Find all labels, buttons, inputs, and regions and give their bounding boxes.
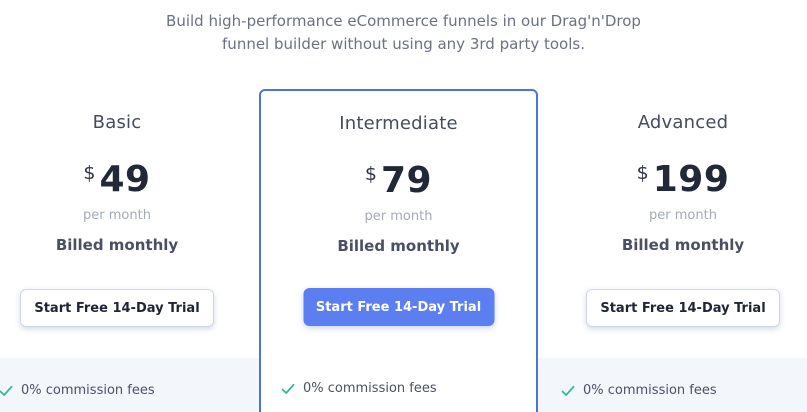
billing-frequency: Billed monthly <box>337 237 460 255</box>
plan-card-intermediate: Intermediate $79 per month Billed monthl… <box>259 89 538 412</box>
billing-frequency: Billed monthly <box>55 236 179 254</box>
plan-name: Intermediate <box>339 113 458 134</box>
feature-text: 0% commission fees <box>21 383 155 398</box>
plan-price: $49 <box>0 160 257 200</box>
plan-name: Basic <box>92 112 142 133</box>
plan-card-basic: Basic $49 per month Billed monthly Start… <box>0 90 257 412</box>
billing-period: per month <box>83 208 151 223</box>
section-subtitle: Build high-performance eCommerce funnels… <box>0 10 807 56</box>
feature-item: 0% commission fees <box>561 383 717 398</box>
feature-item: 0% commission fees <box>281 381 437 396</box>
plan-price: $199 <box>543 160 807 200</box>
check-icon <box>561 385 575 396</box>
billing-frequency: Billed monthly <box>621 236 745 254</box>
subtitle-line-1: Build high-performance eCommerce funnels… <box>166 12 641 30</box>
price-amount: 79 <box>380 160 433 201</box>
check-icon <box>0 385 13 396</box>
start-trial-button-basic[interactable]: Start Free 14-Day Trial <box>20 289 214 327</box>
subtitle-line-2: funnel builder without using any 3rd par… <box>222 35 585 53</box>
plan-card-advanced: Advanced $199 per month Billed monthly S… <box>543 90 807 412</box>
currency-symbol: $ <box>364 163 377 185</box>
billing-period: per month <box>364 209 433 224</box>
price-amount: 199 <box>652 159 730 200</box>
feature-text: 0% commission fees <box>303 381 437 396</box>
billing-period: per month <box>649 208 717 223</box>
currency-symbol: $ <box>83 162 96 184</box>
check-icon <box>281 383 295 394</box>
plan-price: $79 <box>261 161 536 201</box>
start-trial-button-advanced[interactable]: Start Free 14-Day Trial <box>586 289 780 327</box>
plan-name: Advanced <box>637 112 729 133</box>
feature-item: 0% commission fees <box>0 383 155 398</box>
price-amount: 49 <box>99 159 151 200</box>
feature-text: 0% commission fees <box>583 383 717 398</box>
start-trial-button-intermediate[interactable]: Start Free 14-Day Trial <box>303 288 494 326</box>
pricing-section: Build high-performance eCommerce funnels… <box>0 0 807 412</box>
currency-symbol: $ <box>636 162 649 184</box>
